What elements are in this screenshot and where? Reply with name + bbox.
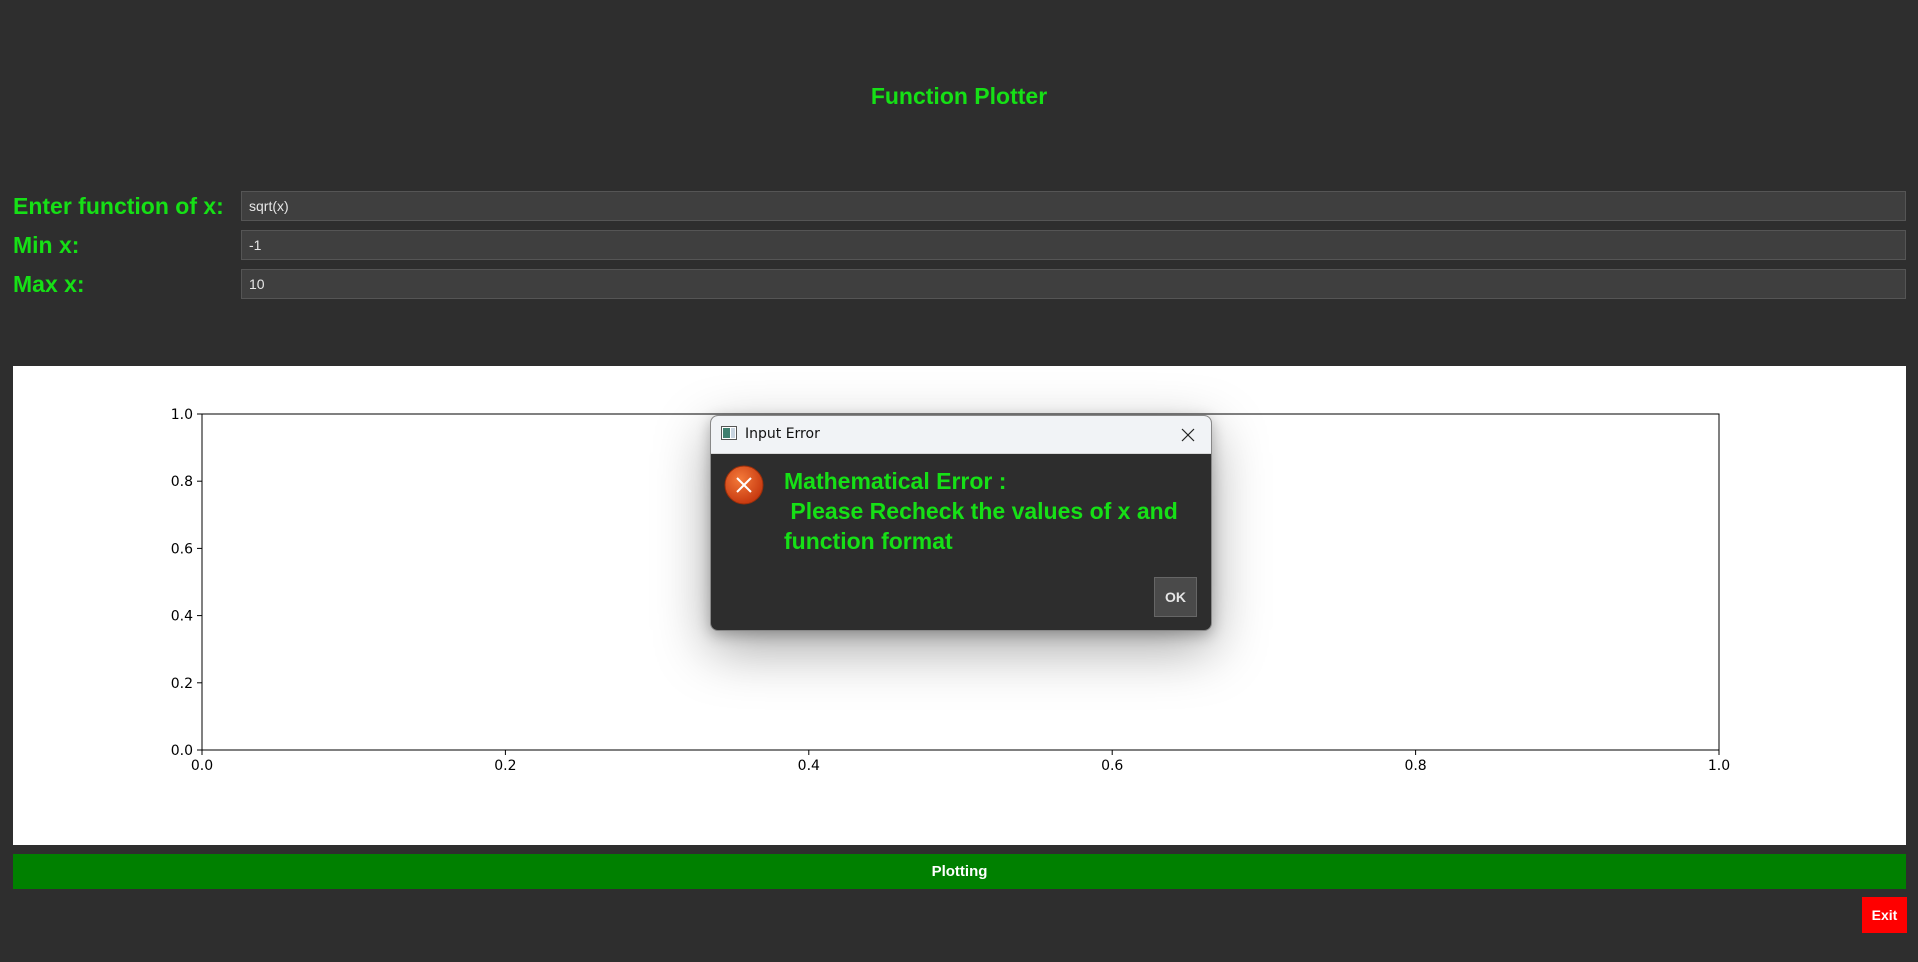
window-app-icon bbox=[721, 426, 737, 440]
max-x-input[interactable] bbox=[241, 269, 1906, 299]
dialog-title: Input Error bbox=[745, 426, 820, 442]
dialog-message: Mathematical Error : Please Recheck the … bbox=[784, 468, 1178, 554]
plotting-button[interactable]: Plotting bbox=[13, 854, 1906, 889]
x-tick-label: 0.0 bbox=[191, 758, 213, 774]
x-axis: 0.0 0.2 0.4 0.6 0.8 1.0 bbox=[191, 750, 1730, 774]
min-x-label: Min x: bbox=[13, 232, 80, 258]
y-tick-label: 0.4 bbox=[171, 609, 193, 625]
function-label: Enter function of x: bbox=[13, 193, 224, 219]
function-plotter-window: Function Plotter Enter function of x: Mi… bbox=[0, 0, 1918, 962]
dialog-close-button[interactable] bbox=[1165, 416, 1211, 453]
app-title: Function Plotter bbox=[870, 83, 1048, 109]
exit-button[interactable]: Exit bbox=[1862, 897, 1907, 933]
y-tick-label: 0.8 bbox=[171, 474, 193, 490]
x-tick-label: 1.0 bbox=[1708, 758, 1730, 774]
y-tick-label: 1.0 bbox=[171, 407, 193, 423]
function-row: Enter function of x: bbox=[13, 190, 1906, 222]
max-x-label: Max x: bbox=[13, 271, 85, 297]
x-tick-label: 0.6 bbox=[1101, 758, 1123, 774]
error-icon bbox=[724, 465, 764, 505]
y-axis: 0.0 0.2 0.4 0.6 0.8 1.0 bbox=[171, 407, 202, 759]
y-tick-label: 0.2 bbox=[171, 676, 193, 692]
dialog-titlebar[interactable]: Input Error bbox=[711, 416, 1211, 454]
close-icon bbox=[1181, 428, 1195, 442]
input-error-dialog: Input Error Mathematical Error : Please … bbox=[710, 415, 1212, 631]
min-x-row: Min x: bbox=[13, 229, 1906, 261]
y-tick-label: 0.6 bbox=[171, 541, 193, 557]
function-input[interactable] bbox=[241, 191, 1906, 221]
ok-button[interactable]: OK bbox=[1154, 577, 1197, 617]
y-tick-label: 0.0 bbox=[171, 743, 193, 759]
x-tick-label: 0.4 bbox=[798, 758, 820, 774]
min-x-input[interactable] bbox=[241, 230, 1906, 260]
x-tick-label: 0.8 bbox=[1404, 758, 1426, 774]
x-tick-label: 0.2 bbox=[494, 758, 516, 774]
max-x-row: Max x: bbox=[13, 268, 1906, 300]
